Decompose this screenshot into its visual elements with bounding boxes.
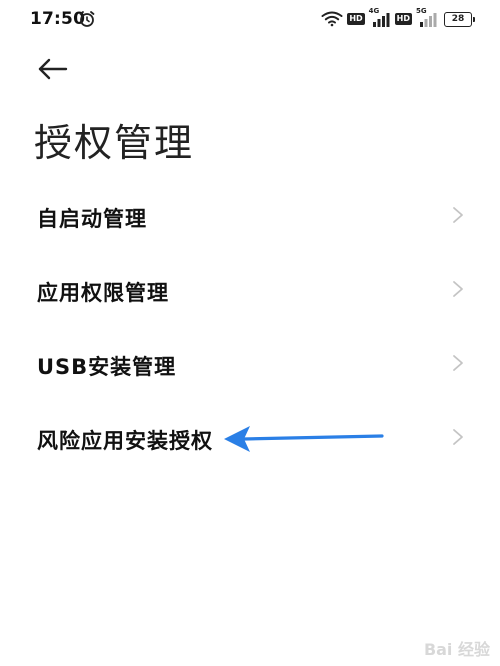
settings-item-label: 自启动管理 bbox=[37, 207, 147, 231]
signal-4g-icon: 4G bbox=[369, 7, 391, 27]
annotation-arrow-icon bbox=[224, 426, 384, 452]
chevron-right-icon bbox=[453, 355, 463, 371]
settings-item-label: 风险应用安装授权 bbox=[37, 429, 213, 453]
settings-item-auto-start[interactable]: 自启动管理 bbox=[0, 178, 500, 252]
status-icons: HD 4G HD 5G 28 bbox=[321, 7, 475, 29]
wifi-icon bbox=[321, 11, 343, 27]
settings-item-label: 应用权限管理 bbox=[37, 281, 169, 305]
watermark: Bai 经验 bbox=[423, 640, 490, 659]
alarm-icon bbox=[79, 11, 95, 27]
signal-5g-icon: 5G bbox=[416, 7, 438, 27]
chevron-right-icon bbox=[453, 281, 463, 297]
status-bar: 17:50 HD 4G HD 5G 28 bbox=[0, 0, 500, 40]
chevron-right-icon bbox=[453, 207, 463, 223]
chevron-right-icon bbox=[453, 429, 463, 445]
hd-badge: HD bbox=[347, 13, 365, 25]
arrow-left-icon bbox=[38, 58, 68, 80]
back-button[interactable] bbox=[36, 56, 70, 82]
battery-level: 28 bbox=[451, 14, 465, 24]
settings-item-label: USB安装管理 bbox=[37, 355, 177, 379]
settings-item-usb-install[interactable]: USB安装管理 bbox=[0, 326, 500, 400]
settings-item-app-permissions[interactable]: 应用权限管理 bbox=[0, 252, 500, 326]
page-title: 授权管理 bbox=[34, 121, 195, 165]
status-time: 17:50 bbox=[30, 9, 86, 29]
hd-badge: HD bbox=[394, 13, 412, 25]
battery-icon: 28 bbox=[444, 11, 475, 27]
